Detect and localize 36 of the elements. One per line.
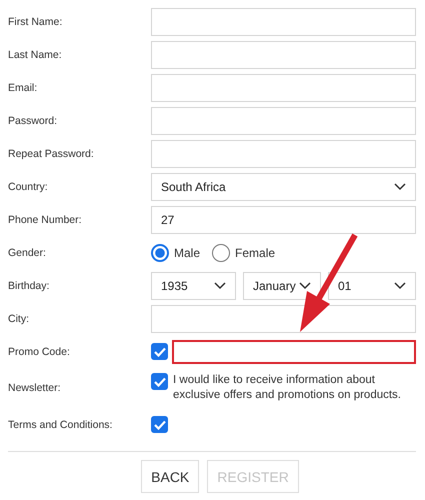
promo-code-field[interactable] xyxy=(172,340,416,364)
chevron-icon xyxy=(394,182,406,190)
field-label: Country: xyxy=(8,180,48,192)
field-label: Birthday: xyxy=(8,280,50,292)
input-field[interactable]: 27 xyxy=(151,206,416,234)
field-label: Gender: xyxy=(8,246,46,258)
date-select[interactable]: 1935 xyxy=(151,272,236,300)
date-select[interactable]: January xyxy=(243,272,321,300)
input-field[interactable] xyxy=(151,8,416,36)
newsletter-text: I would like to receive information about exclusive offers and promotions on products. xyxy=(173,373,402,403)
field-label: Promo Code: xyxy=(8,346,70,358)
radio-option[interactable]: Female xyxy=(212,244,276,262)
field-label: Repeat Password: xyxy=(8,148,94,160)
checkbox[interactable] xyxy=(151,416,168,433)
field-label: Newsletter: xyxy=(8,382,61,394)
back-button[interactable]: BACK xyxy=(141,460,200,493)
date-select[interactable]: 01 xyxy=(328,272,416,300)
input-field[interactable] xyxy=(151,106,416,134)
field-label: Email: xyxy=(8,82,38,94)
chevron-icon xyxy=(299,282,311,290)
input-field[interactable] xyxy=(151,74,416,102)
field-label: City: xyxy=(8,312,29,324)
chevron-icon xyxy=(394,282,406,290)
field-label: First Name: xyxy=(8,16,62,28)
checkbox[interactable] xyxy=(151,373,168,390)
country-select[interactable]: South Africa xyxy=(151,172,416,200)
checkbox[interactable] xyxy=(151,343,168,360)
field-label: Terms and Conditions: xyxy=(8,418,112,430)
input-field[interactable] xyxy=(151,40,416,68)
chevron-icon xyxy=(214,282,226,290)
field-label: Password: xyxy=(8,114,58,126)
input-field[interactable] xyxy=(151,140,416,168)
field-label: Last Name: xyxy=(8,48,62,60)
field-label: Phone Number: xyxy=(8,214,82,226)
radio-option[interactable]: Male xyxy=(151,244,200,262)
input-field[interactable] xyxy=(151,304,416,332)
